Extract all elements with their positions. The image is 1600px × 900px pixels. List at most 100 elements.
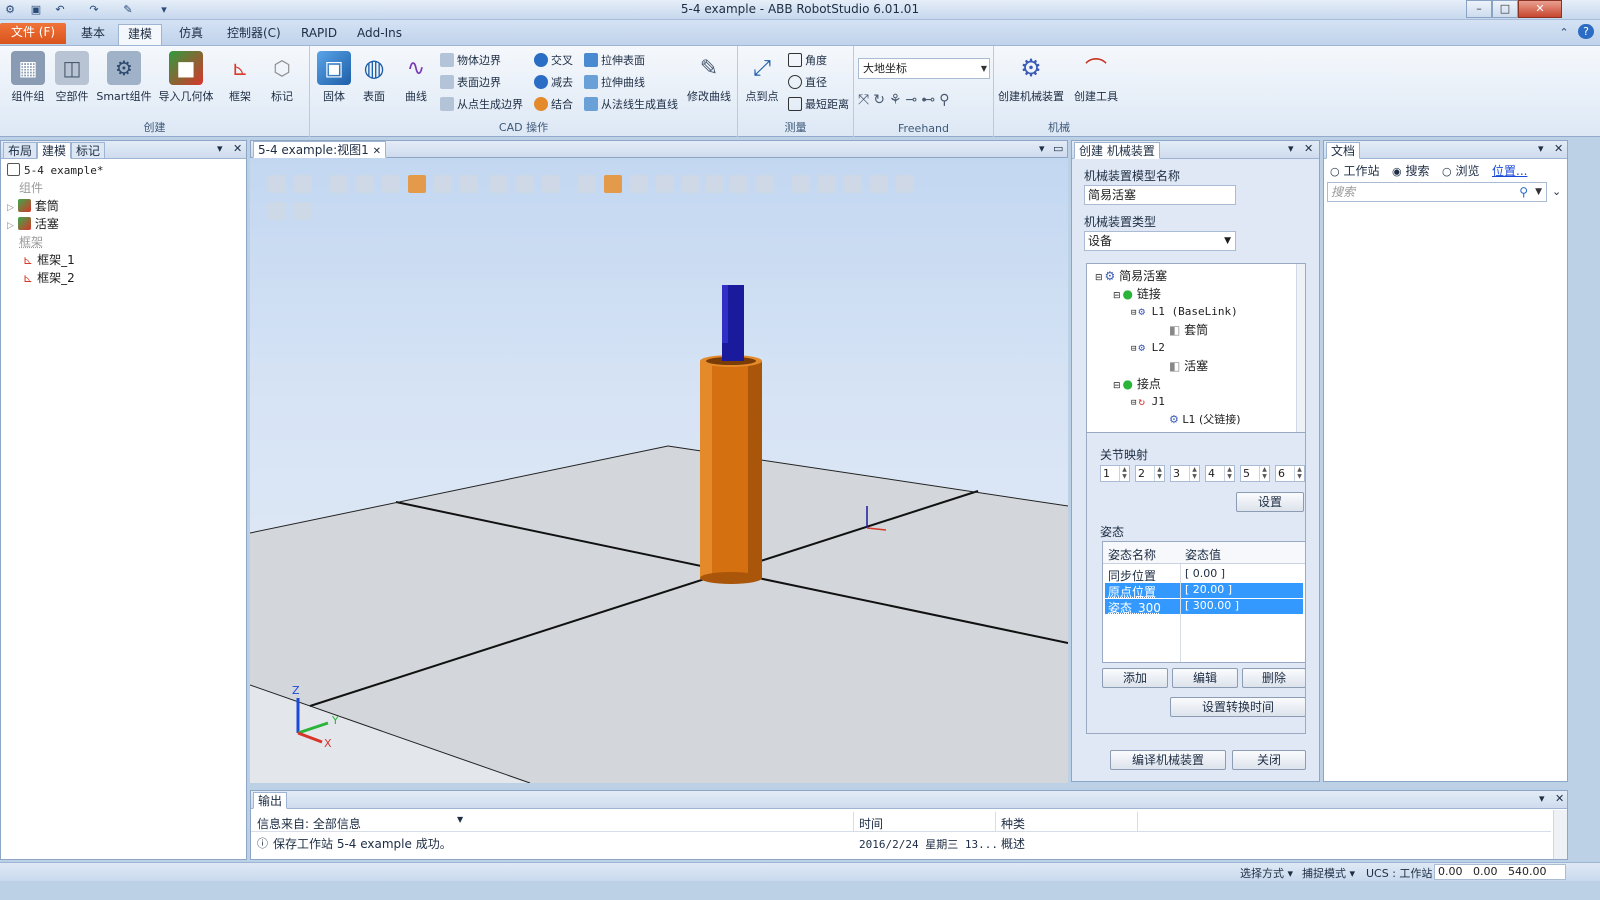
multi-robot-icon[interactable]: ⚲ <box>939 92 953 108</box>
smart-component-button[interactable]: ⚙ Smart组件 <box>96 51 152 104</box>
panel-menu-icon[interactable]: ▾ <box>1039 142 1045 155</box>
joint-map-1[interactable]: 1 ▲ ▼ <box>1100 465 1130 482</box>
mech-tree-part-piston[interactable]: ◧ 活塞 <box>1093 357 1241 375</box>
subtract-button[interactable]: 减去 <box>534 73 573 93</box>
snap-mode-dropdown[interactable]: 捕捉模式 ▾ <box>1302 865 1355 881</box>
tab-file[interactable]: 文件 (F) <box>0 23 66 44</box>
frame-button[interactable]: ⊾ 框架 <box>216 51 264 104</box>
tree-scrollbar[interactable] <box>1296 264 1305 432</box>
location-link[interactable]: 位置... <box>1492 162 1527 179</box>
panel-menu-icon[interactable]: ▾ <box>1538 142 1544 155</box>
collapse-icon[interactable]: ⊟ <box>1131 308 1136 318</box>
spinner-icon[interactable]: ▲ ▼ <box>1224 466 1234 481</box>
curve-button[interactable]: ∿ 曲线 <box>392 51 440 104</box>
spinner-icon[interactable]: ▲ ▼ <box>1294 466 1304 481</box>
collapse-icon[interactable]: ⊟ <box>1095 273 1103 283</box>
tree-item-piston[interactable]: ▷ 活塞 <box>7 215 103 233</box>
compile-mechanism-button[interactable]: 编译机械装置 <box>1110 750 1226 770</box>
collapse-icon[interactable]: ⊟ <box>1113 291 1121 301</box>
import-geometry-button[interactable]: ■ 导入几何体 <box>156 51 216 104</box>
radio-search[interactable]: ◉ 搜索 <box>1392 162 1429 179</box>
min-distance-button[interactable]: 最短距离 <box>788 95 849 115</box>
line-from-normal-button[interactable]: 从法线生成直线 <box>584 95 678 115</box>
body-edge-button[interactable]: 物体边界 <box>440 51 501 71</box>
tree-root[interactable]: 5-4 example* <box>7 161 103 179</box>
mech-tree-joint-j1[interactable]: ⊟ ↻ J1 <box>1093 393 1241 411</box>
mech-tree-parent-link[interactable]: ⚙ L1 (父链接) <box>1093 411 1241 429</box>
search-icon[interactable]: ⚲ <box>1519 183 1528 201</box>
mech-tree-root[interactable]: ⊟ ⚙ 简易活塞 <box>1093 267 1241 285</box>
tree-item-frame-1[interactable]: ⊾ 框架_1 <box>7 251 103 269</box>
close-icon[interactable]: ✕ <box>1304 142 1313 155</box>
docs-search-input[interactable]: 搜索 ⚲ ▼ <box>1327 182 1547 202</box>
panel-menu-icon[interactable]: ▾ <box>217 142 223 155</box>
tab-layout[interactable]: 布局 <box>3 142 38 159</box>
radio-station[interactable]: ○ 工作站 <box>1330 162 1379 179</box>
point-to-point-button[interactable]: ⤢ 点到点 <box>738 51 786 104</box>
output-filter-select[interactable]: 信息来自: 全部信息 ▼ <box>257 815 463 832</box>
set-joint-map-button[interactable]: 设置 <box>1236 492 1304 512</box>
tab-modeling-browser[interactable]: 建模 <box>37 142 72 159</box>
edge-from-points-button[interactable]: 从点生成边界 <box>440 95 523 115</box>
set-transition-time-button[interactable]: 设置转换时间 <box>1170 697 1306 717</box>
pose-row-300[interactable]: 姿态_300 [ 300.00 ] <box>1105 599 1303 615</box>
model-name-input[interactable]: 简易活塞 <box>1084 185 1236 205</box>
collapse-icon[interactable]: ⊟ <box>1113 381 1121 391</box>
chevron-down-icon[interactable]: ▼ <box>1535 183 1542 201</box>
mech-tree-joints[interactable]: ⊟ ● 接点 <box>1093 375 1241 393</box>
joint-map-6[interactable]: 6 ▲ ▼ <box>1275 465 1305 482</box>
radio-browse[interactable]: ○ 浏览 <box>1442 162 1479 179</box>
tab-documents[interactable]: 文档 <box>1326 142 1361 159</box>
add-pose-button[interactable]: 添加 <box>1102 668 1168 688</box>
extrude-curve-button[interactable]: 拉伸曲线 <box>584 73 645 93</box>
pose-row-home[interactable]: 原点位置 [ 20.00 ] <box>1105 583 1303 599</box>
tab-tags[interactable]: 标记 <box>71 142 106 159</box>
tab-modeling[interactable]: 建模 <box>118 24 163 45</box>
intersect-button[interactable]: 交叉 <box>534 51 573 71</box>
expand-icon[interactable]: ▷ <box>7 203 14 213</box>
extrude-surface-button[interactable]: 拉伸表面 <box>584 51 645 71</box>
modify-curve-button[interactable]: ✎ 修改曲线 <box>684 51 734 104</box>
joint-map-3[interactable]: 3 ▲ ▼ <box>1170 465 1200 482</box>
tree-item-sleeve[interactable]: ▷ 套筒 <box>7 197 103 215</box>
delete-pose-button[interactable]: 删除 <box>1242 668 1306 688</box>
spinner-icon[interactable]: ▲ ▼ <box>1259 466 1269 481</box>
output-scrollbar[interactable] <box>1553 810 1567 859</box>
surface-edge-button[interactable]: 表面边界 <box>440 73 501 93</box>
tab-simulation[interactable]: 仿真 <box>170 24 212 45</box>
close-icon[interactable]: ✕ <box>373 146 381 157</box>
expand-icon[interactable]: ▷ <box>7 221 14 231</box>
component-group-button[interactable]: ▦ 组件组 <box>4 51 52 104</box>
close-icon[interactable]: ✕ <box>1554 142 1563 155</box>
empty-part-button[interactable]: ◫ 空部件 <box>48 51 96 104</box>
spinner-icon[interactable]: ▲ ▼ <box>1119 466 1129 481</box>
collapse-ribbon-icon[interactable]: ⌃ <box>1556 25 1572 40</box>
union-button[interactable]: 结合 <box>534 95 573 115</box>
create-mechanism-button[interactable]: ⚙ 创建机械装置 <box>998 51 1064 104</box>
close-mechanism-button[interactable]: 关闭 <box>1232 750 1306 770</box>
spinner-icon[interactable]: ▲ ▼ <box>1189 466 1199 481</box>
edit-pose-button[interactable]: 编辑 <box>1172 668 1238 688</box>
move-icon[interactable]: ⤧ <box>858 92 873 108</box>
maximize-button[interactable]: □ <box>1492 0 1518 18</box>
mech-tree-part-sleeve[interactable]: ◧ 套筒 <box>1093 321 1241 339</box>
tab-basic[interactable]: 基本 <box>72 24 114 45</box>
collapse-icon[interactable]: ⊟ <box>1131 344 1136 354</box>
panel-menu-icon[interactable]: ▾ <box>1539 792 1545 805</box>
maximize-view-icon[interactable]: ▭ <box>1053 142 1063 155</box>
tab-create-mechanism[interactable]: 创建 机械装置 <box>1074 142 1160 159</box>
help-icon[interactable]: ? <box>1578 24 1594 39</box>
tab-rapid[interactable]: RAPID <box>292 24 346 45</box>
create-tool-button[interactable]: ⌒ 创建工具 <box>1068 51 1124 104</box>
jog-reorient-icon[interactable]: ⊷ <box>921 92 939 108</box>
3d-viewport[interactable]: Z Y X <box>250 158 1068 783</box>
collapse-icon[interactable]: ⊟ <box>1131 398 1136 408</box>
rotate-icon[interactable]: ↻ <box>873 92 889 108</box>
minimize-button[interactable]: – <box>1466 0 1492 18</box>
freehand-tools[interactable]: ⤧↻⚘⊸⊷⚲ <box>858 90 954 110</box>
tab-controller[interactable]: 控制器(C) <box>218 24 290 45</box>
close-icon[interactable]: ✕ <box>233 142 242 155</box>
jog-joint-icon[interactable]: ⚘ <box>889 92 906 108</box>
close-window-button[interactable]: ✕ <box>1518 0 1562 18</box>
tab-output[interactable]: 输出 <box>253 792 288 809</box>
